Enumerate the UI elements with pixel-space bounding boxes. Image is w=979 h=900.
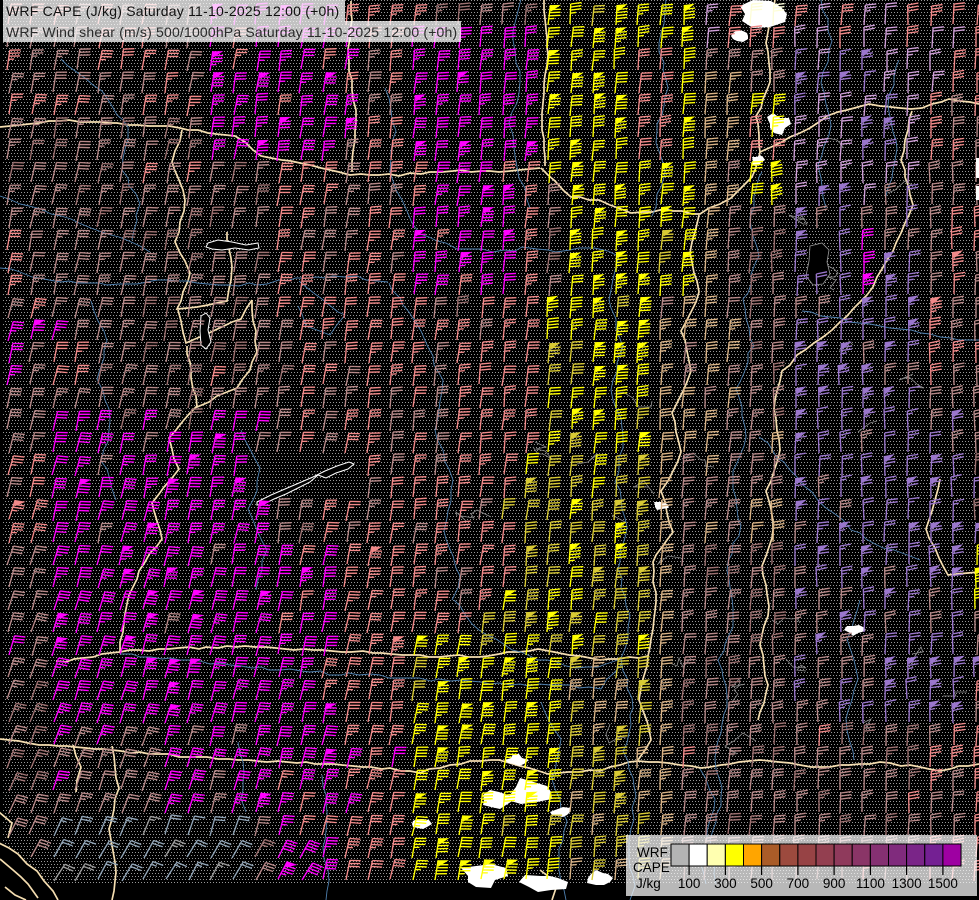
svg-text:WRF: WRF bbox=[637, 845, 668, 860]
svg-text:J/kg: J/kg bbox=[636, 876, 661, 891]
svg-text:WRF CAPE (J/kg) Saturday 11-10: WRF CAPE (J/kg) Saturday 11-10-2025 12:0… bbox=[6, 3, 339, 19]
svg-text:CAPE: CAPE bbox=[633, 860, 670, 875]
svg-text:1300: 1300 bbox=[892, 876, 922, 891]
svg-text:900: 900 bbox=[823, 876, 846, 891]
svg-text:100: 100 bbox=[678, 876, 701, 891]
svg-text:1100: 1100 bbox=[856, 876, 885, 891]
svg-text:300: 300 bbox=[714, 876, 737, 891]
svg-text:1500: 1500 bbox=[928, 876, 958, 891]
svg-text:700: 700 bbox=[787, 876, 810, 891]
svg-text:WRF Wind shear (m/s) 500/1000h: WRF Wind shear (m/s) 500/1000hPa Saturda… bbox=[6, 24, 457, 40]
svg-text:500: 500 bbox=[750, 876, 773, 891]
